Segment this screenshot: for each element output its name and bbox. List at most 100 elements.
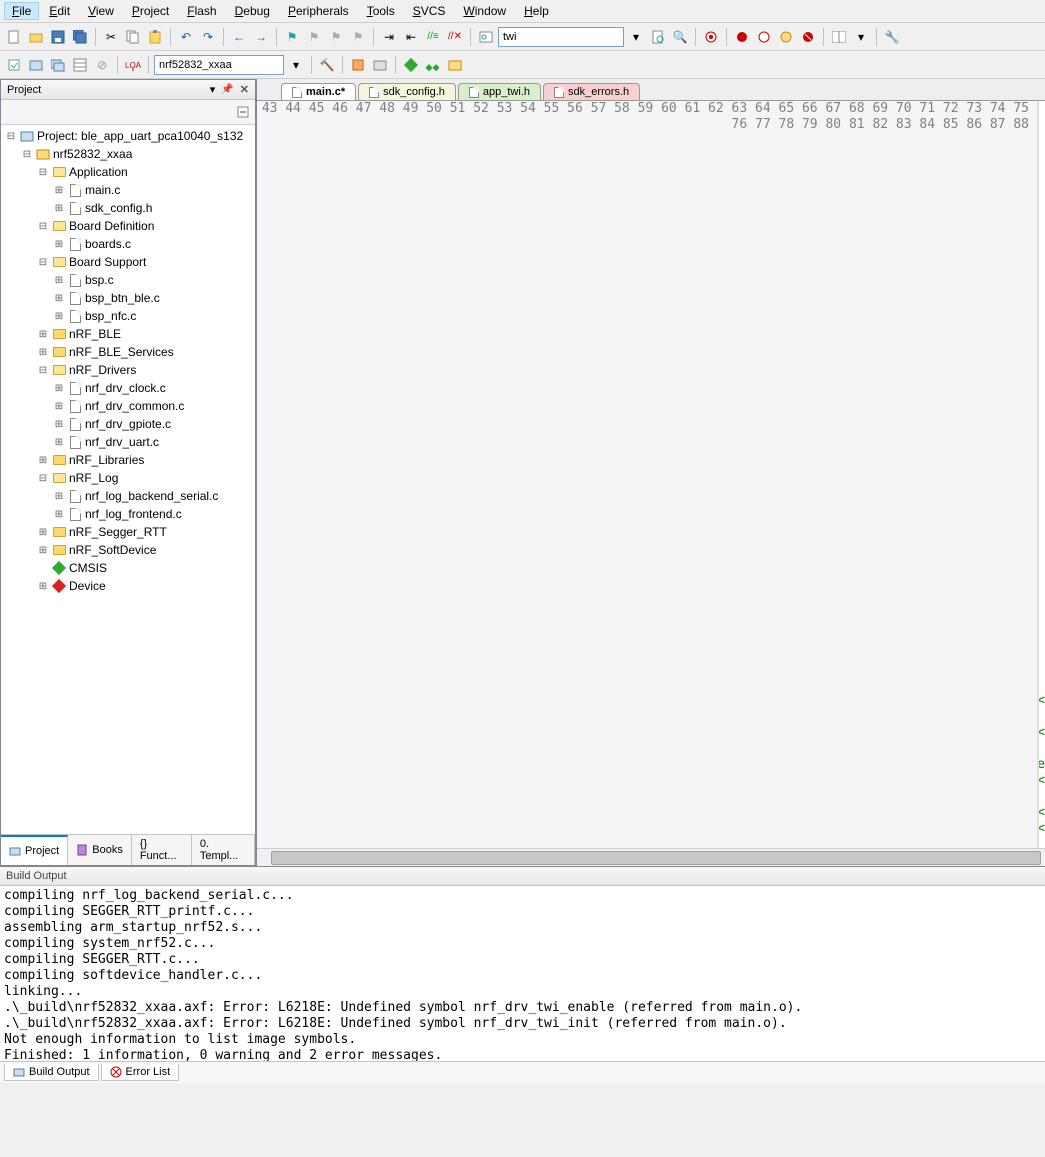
batch-build-icon[interactable] — [70, 55, 90, 75]
build-tab-build-output[interactable]: Build Output — [4, 1064, 99, 1081]
menu-view[interactable]: View — [80, 2, 122, 20]
editor-hscroll[interactable] — [257, 848, 1045, 866]
tree-group-board-support[interactable]: ⊟Board Support — [1, 253, 255, 271]
pack-nav-icon[interactable] — [423, 55, 443, 75]
build-tab-error-list[interactable]: Error List — [101, 1064, 180, 1081]
menu-debug[interactable]: Debug — [227, 2, 278, 20]
menu-edit[interactable]: Edit — [41, 2, 78, 20]
tree-extra-cmsis[interactable]: CMSIS — [1, 559, 255, 577]
panel-close-icon[interactable]: ✕ — [240, 83, 249, 96]
build-icon[interactable] — [26, 55, 46, 75]
editor-tab-app_twi-h[interactable]: app_twi.h — [458, 83, 541, 100]
breakpoint-insert-icon[interactable] — [732, 27, 752, 47]
breakpoint-disable-icon[interactable] — [776, 27, 796, 47]
tree-collapse-icon[interactable] — [233, 102, 253, 122]
menu-peripherals[interactable]: Peripherals — [280, 2, 357, 20]
bookmark-clear-icon[interactable]: ⚑ — [348, 27, 368, 47]
redo-icon[interactable]: ↷ — [198, 27, 218, 47]
breakpoint-enable-icon[interactable] — [754, 27, 774, 47]
copy-icon[interactable] — [123, 27, 143, 47]
find-in-files-icon[interactable] — [648, 27, 668, 47]
tree-group-nrf_segger_rtt[interactable]: ⊞nRF_Segger_RTT — [1, 523, 255, 541]
tree-file-nrf_log_backend_serial-c[interactable]: ⊞nrf_log_backend_serial.c — [1, 487, 255, 505]
open-file-icon[interactable] — [26, 27, 46, 47]
bookmark-prev-icon[interactable]: ⚑ — [304, 27, 324, 47]
tree-file-nrf_drv_common-c[interactable]: ⊞nrf_drv_common.c — [1, 397, 255, 415]
file-ext-icon[interactable] — [348, 55, 368, 75]
tree-file-main-c[interactable]: ⊞main.c — [1, 181, 255, 199]
tree-group-board-definition[interactable]: ⊟Board Definition — [1, 217, 255, 235]
panel-dropdown-icon[interactable]: ▾ — [210, 83, 216, 96]
project-tab-2[interactable]: {} Funct... — [132, 835, 192, 865]
breakpoint-kill-icon[interactable] — [798, 27, 818, 47]
tree-file-nrf_drv_uart-c[interactable]: ⊞nrf_drv_uart.c — [1, 433, 255, 451]
code-editor[interactable]: * @{ * @ingroup ble_sdk_app_nus_eval * @… — [1039, 101, 1045, 848]
tree-file-bsp-c[interactable]: ⊞bsp.c — [1, 271, 255, 289]
paste-icon[interactable] — [145, 27, 165, 47]
tree-group-nrf_ble_services[interactable]: ⊞nRF_BLE_Services — [1, 343, 255, 361]
tree-extra-device[interactable]: ⊞Device — [1, 577, 255, 595]
tree-file-nrf_log_frontend-c[interactable]: ⊞nrf_log_frontend.c — [1, 505, 255, 523]
panel-pin-icon[interactable]: 📌 — [221, 84, 233, 95]
target-dropdown-icon[interactable]: ▾ — [286, 55, 306, 75]
undo-icon[interactable]: ↶ — [176, 27, 196, 47]
menu-window[interactable]: Window — [455, 2, 514, 20]
editor-tab-sdk_config-h[interactable]: sdk_config.h — [358, 83, 456, 100]
pack-installer-icon[interactable] — [401, 55, 421, 75]
tree-group-nrf_log[interactable]: ⊟nRF_Log — [1, 469, 255, 487]
editor-tab-sdk_errors-h[interactable]: sdk_errors.h — [543, 83, 640, 100]
tree-group-application[interactable]: ⊟Application — [1, 163, 255, 181]
project-tab-1[interactable]: Books — [68, 835, 132, 865]
tree-group-nrf_ble[interactable]: ⊞nRF_BLE — [1, 325, 255, 343]
find-icon[interactable] — [476, 27, 496, 47]
window-layout-icon[interactable] — [829, 27, 849, 47]
project-tab-3[interactable]: 0. Templ... — [192, 835, 255, 865]
save-icon[interactable] — [48, 27, 68, 47]
editor-tab-main-c-[interactable]: main.c* — [281, 83, 356, 100]
menu-flash[interactable]: Flash — [179, 2, 224, 20]
tree-file-bsp_btn_ble-c[interactable]: ⊞bsp_btn_ble.c — [1, 289, 255, 307]
search-input[interactable] — [498, 27, 624, 47]
search-dropdown-icon[interactable]: ▾ — [626, 27, 646, 47]
tree-group-nrf_libraries[interactable]: ⊞nRF_Libraries — [1, 451, 255, 469]
pack-select-icon[interactable] — [445, 55, 465, 75]
nav-fwd-icon[interactable]: → — [251, 27, 271, 47]
stop-build-icon[interactable]: ⊘ — [92, 55, 112, 75]
tree-group-nrf_drivers[interactable]: ⊟nRF_Drivers — [1, 361, 255, 379]
bookmark-icon[interactable]: ⚑ — [282, 27, 302, 47]
tree-group-nrf_softdevice[interactable]: ⊞nRF_SoftDevice — [1, 541, 255, 559]
nav-back-icon[interactable]: ← — [229, 27, 249, 47]
tree-file-boards-c[interactable]: ⊞boards.c — [1, 235, 255, 253]
configure-icon[interactable]: 🔧 — [882, 27, 902, 47]
outdent-icon[interactable]: ⇤ — [401, 27, 421, 47]
scroll-thumb[interactable] — [271, 851, 1041, 865]
translate-icon[interactable] — [4, 55, 24, 75]
build-output-text[interactable]: compiling nrf_log_backend_serial.c... co… — [0, 886, 1045, 1061]
indent-icon[interactable]: ⇥ — [379, 27, 399, 47]
menu-tools[interactable]: Tools — [359, 2, 403, 20]
debug-icon[interactable] — [701, 27, 721, 47]
incremental-find-icon[interactable]: 🔍 — [670, 27, 690, 47]
cut-icon[interactable]: ✂ — [101, 27, 121, 47]
tree-target[interactable]: ⊟nrf52832_xxaa — [1, 145, 255, 163]
project-tab-0[interactable]: Project — [1, 835, 68, 865]
uncomment-icon[interactable]: //✕ — [445, 27, 465, 47]
tree-file-nrf_drv_gpiote-c[interactable]: ⊞nrf_drv_gpiote.c — [1, 415, 255, 433]
bookmark-next-icon[interactable]: ⚑ — [326, 27, 346, 47]
menu-help[interactable]: Help — [516, 2, 557, 20]
save-all-icon[interactable] — [70, 27, 90, 47]
comment-icon[interactable]: //≡ — [423, 27, 443, 47]
menu-svcs[interactable]: SVCS — [405, 2, 454, 20]
tree-file-sdk_config-h[interactable]: ⊞sdk_config.h — [1, 199, 255, 217]
tree-file-bsp_nfc-c[interactable]: ⊞bsp_nfc.c — [1, 307, 255, 325]
rebuild-icon[interactable] — [48, 55, 68, 75]
manage-env-icon[interactable] — [370, 55, 390, 75]
target-options-icon[interactable]: 🔨 — [317, 55, 337, 75]
download-icon[interactable]: LOAD — [123, 55, 143, 75]
menu-file[interactable]: File — [4, 2, 39, 20]
window-layout-dropdown-icon[interactable]: ▾ — [851, 27, 871, 47]
tree-file-nrf_drv_clock-c[interactable]: ⊞nrf_drv_clock.c — [1, 379, 255, 397]
tree-root[interactable]: ⊟Project: ble_app_uart_pca10040_s132 — [1, 127, 255, 145]
new-file-icon[interactable] — [4, 27, 24, 47]
project-tree[interactable]: ⊟Project: ble_app_uart_pca10040_s132⊟nrf… — [1, 125, 255, 834]
